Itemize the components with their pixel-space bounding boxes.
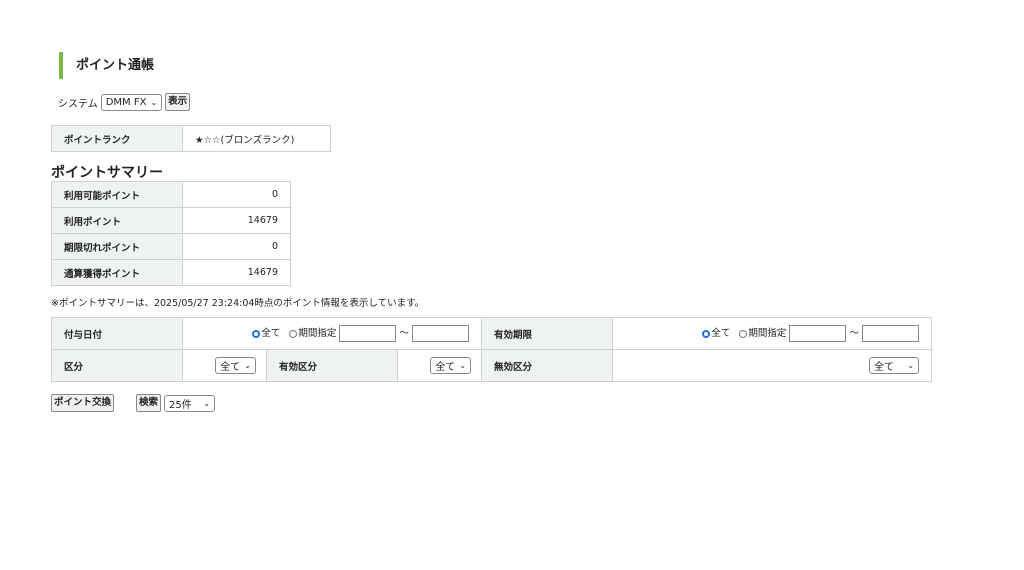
expiry-sep: ～ <box>849 328 859 339</box>
search-button[interactable]: 検索 <box>136 394 162 412</box>
expiry-cell: 全て 期間指定 ～ <box>612 317 933 350</box>
chevron-down-icon: ⌄ <box>244 361 251 370</box>
expiry-all-label: 全て <box>711 328 731 339</box>
grant-date-all-label: 全て <box>261 328 281 339</box>
grant-date-range-radio[interactable] <box>289 329 298 338</box>
category-cell: 全て ⌄ <box>182 349 267 382</box>
table-row: 通算獲得ポイント 14679 <box>51 259 291 286</box>
category-select-value: 全て <box>220 362 241 373</box>
summary-title: ポイントサマリー <box>51 165 163 181</box>
category-select[interactable]: 全て ⌄ <box>215 357 256 374</box>
chevron-down-icon: ⌄ <box>459 361 467 370</box>
summary-note: ※ポイントサマリーは、2025/05/27 23:24:04時点のポイント情報を… <box>51 298 425 309</box>
table-row: 利用可能ポイント 0 <box>51 181 291 208</box>
table-row: 期限切れポイント 0 <box>51 233 291 260</box>
filter-table: 付与日付 全て 期間指定 ～ 有効期限 全て 期間指定 ～ 区分 全て ⌄ 有効区… <box>51 317 933 382</box>
category-label: 区分 <box>51 349 183 382</box>
filter-row: 付与日付 全て 期間指定 ～ 有効期限 全て 期間指定 ～ <box>51 317 933 350</box>
grant-date-label: 付与日付 <box>51 317 183 350</box>
rank-label: ポイントランク <box>51 125 183 152</box>
grant-date-cell: 全て 期間指定 ～ <box>181 317 483 350</box>
grant-date-to-input[interactable] <box>412 325 470 342</box>
show-button[interactable]: 表示 <box>165 93 191 111</box>
filter-row: 区分 全て ⌄ 有効区分 全て ⌄ 無効区分 全て ⌄ <box>51 349 933 382</box>
summary-value: 0 <box>182 233 291 260</box>
valid-category-select-value: 全て <box>435 362 456 373</box>
rank-row: ポイントランク ★☆☆(ブロンズランク) <box>51 125 331 152</box>
valid-category-select[interactable]: 全て ⌄ <box>430 357 472 374</box>
rank-value: ★☆☆(ブロンズランク) <box>182 125 331 152</box>
expiry-range-radio[interactable] <box>739 329 748 338</box>
grant-date-all-radio[interactable] <box>252 329 261 338</box>
summary-value: 0 <box>182 181 291 208</box>
invalid-category-select[interactable]: 全て ⌄ <box>869 357 920 374</box>
invalid-category-select-value: 全て <box>874 362 895 373</box>
expiry-all-radio[interactable] <box>702 329 711 338</box>
summary-value: 14679 <box>182 259 291 286</box>
actions-row: ポイント交換 検索 25件 ⌄ <box>51 394 216 412</box>
summary-table: 利用可能ポイント 0 利用ポイント 14679 期限切れポイント 0 通算獲得ポ… <box>51 181 291 286</box>
expiry-from-input[interactable] <box>789 325 847 342</box>
invalid-category-label: 無効区分 <box>481 349 614 382</box>
summary-value: 14679 <box>182 207 291 234</box>
rank-table: ポイントランク ★☆☆(ブロンズランク) <box>51 125 331 152</box>
summary-label: 期限切れポイント <box>51 233 183 260</box>
system-select-value: DMM FX <box>105 96 147 108</box>
per-page-select[interactable]: 25件 ⌄ <box>164 394 216 412</box>
chevron-down-icon: ⌄ <box>907 361 915 370</box>
valid-category-cell: 全て ⌄ <box>396 349 483 382</box>
grant-date-sep: ～ <box>399 328 409 339</box>
expiry-range-label: 期間指定 <box>748 328 787 339</box>
grant-date-from-input[interactable] <box>339 325 397 342</box>
chevron-down-icon: ⌄ <box>150 97 158 107</box>
per-page-value: 25件 <box>169 399 192 411</box>
chevron-down-icon: ⌄ <box>203 398 211 408</box>
point-exchange-button[interactable]: ポイント交換 <box>51 394 115 412</box>
system-row: システム DMM FX ⌄ 表示 <box>58 93 191 111</box>
table-row: 利用ポイント 14679 <box>51 207 291 234</box>
page-title: ポイント通帳 <box>59 52 154 79</box>
grant-date-range-label: 期間指定 <box>298 328 337 339</box>
summary-label: 利用ポイント <box>51 207 183 234</box>
valid-category-label: 有効区分 <box>266 349 398 382</box>
system-select[interactable]: DMM FX ⌄ <box>100 93 163 111</box>
expiry-label: 有効期限 <box>481 317 614 350</box>
invalid-category-cell: 全て ⌄ <box>612 349 933 382</box>
summary-label: 通算獲得ポイント <box>51 259 183 286</box>
system-label: システム <box>58 98 98 110</box>
expiry-to-input[interactable] <box>862 325 920 342</box>
summary-label: 利用可能ポイント <box>51 181 183 208</box>
